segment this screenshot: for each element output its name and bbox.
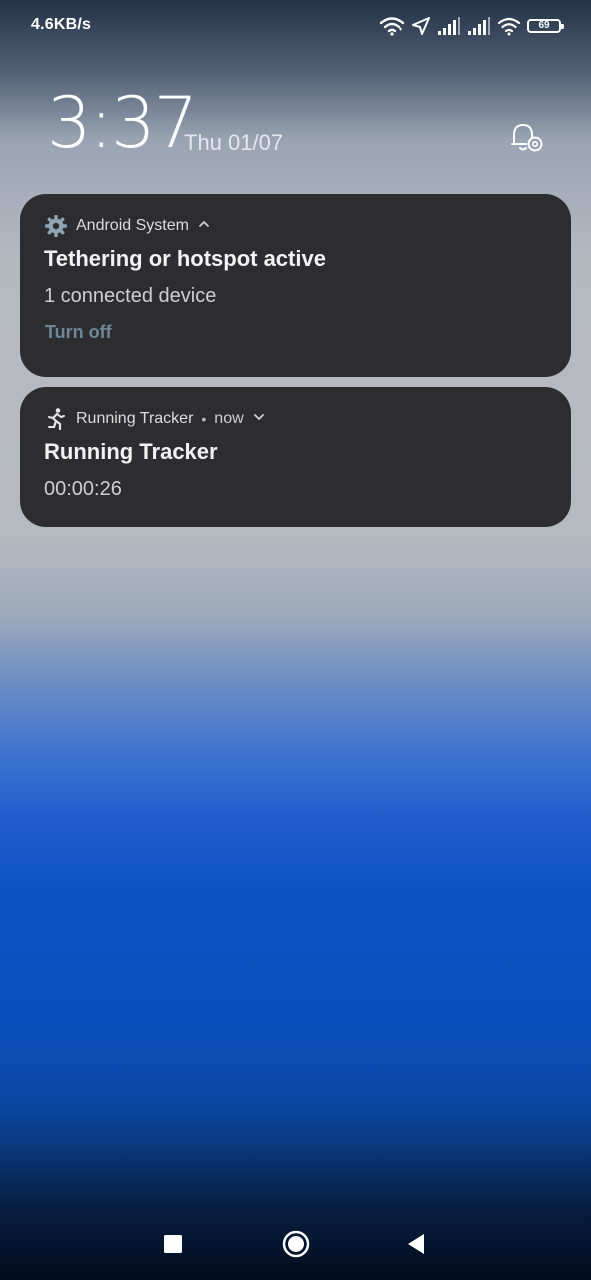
running-person-icon bbox=[44, 407, 68, 431]
battery-icon: 69 bbox=[527, 19, 564, 33]
navigation-bar bbox=[0, 1216, 591, 1272]
back-icon[interactable] bbox=[388, 1216, 444, 1272]
notification-time: now bbox=[214, 410, 244, 427]
notification-app-name: Android System bbox=[76, 217, 189, 234]
notification-title: Tethering or hotspot active bbox=[44, 246, 326, 271]
location-arrow-icon bbox=[411, 16, 431, 36]
signal-strength-icon bbox=[437, 17, 461, 35]
notification-card-running-tracker[interactable]: Running Tracker • now Running Tracker 00… bbox=[20, 387, 571, 527]
status-icons: 69 bbox=[379, 14, 564, 38]
lockscreen-clock: 3:37 bbox=[47, 82, 198, 164]
wifi-secondary-icon bbox=[497, 16, 521, 36]
lockscreen-date: Thu 01/07 bbox=[184, 130, 284, 155]
chevron-up-icon[interactable] bbox=[197, 217, 211, 236]
battery-level: 69 bbox=[538, 20, 550, 31]
notification-card-tethering[interactable]: Android System Tethering or hotspot acti… bbox=[20, 194, 571, 377]
network-speed: 4.6KB/s bbox=[31, 16, 92, 33]
home-icon[interactable] bbox=[268, 1216, 324, 1272]
notification-settings-icon[interactable] bbox=[508, 120, 546, 154]
gear-icon bbox=[44, 214, 68, 238]
recents-icon[interactable] bbox=[145, 1216, 201, 1272]
turn-off-button[interactable]: Turn off bbox=[45, 322, 112, 343]
notification-header: Running Tracker • now bbox=[44, 407, 266, 431]
notification-header: Android System bbox=[44, 214, 211, 238]
header-separator: • bbox=[201, 411, 207, 427]
wifi-icon bbox=[379, 16, 405, 36]
notification-app-name: Running Tracker bbox=[76, 410, 194, 427]
chevron-down-icon[interactable] bbox=[252, 410, 266, 429]
notification-text: 00:00:26 bbox=[44, 478, 122, 500]
signal-strength-icon bbox=[467, 17, 491, 35]
notification-text: 1 connected device bbox=[44, 285, 217, 307]
status-bar: 4.6KB/s 69 bbox=[0, 0, 591, 54]
notification-title: Running Tracker bbox=[44, 439, 218, 464]
